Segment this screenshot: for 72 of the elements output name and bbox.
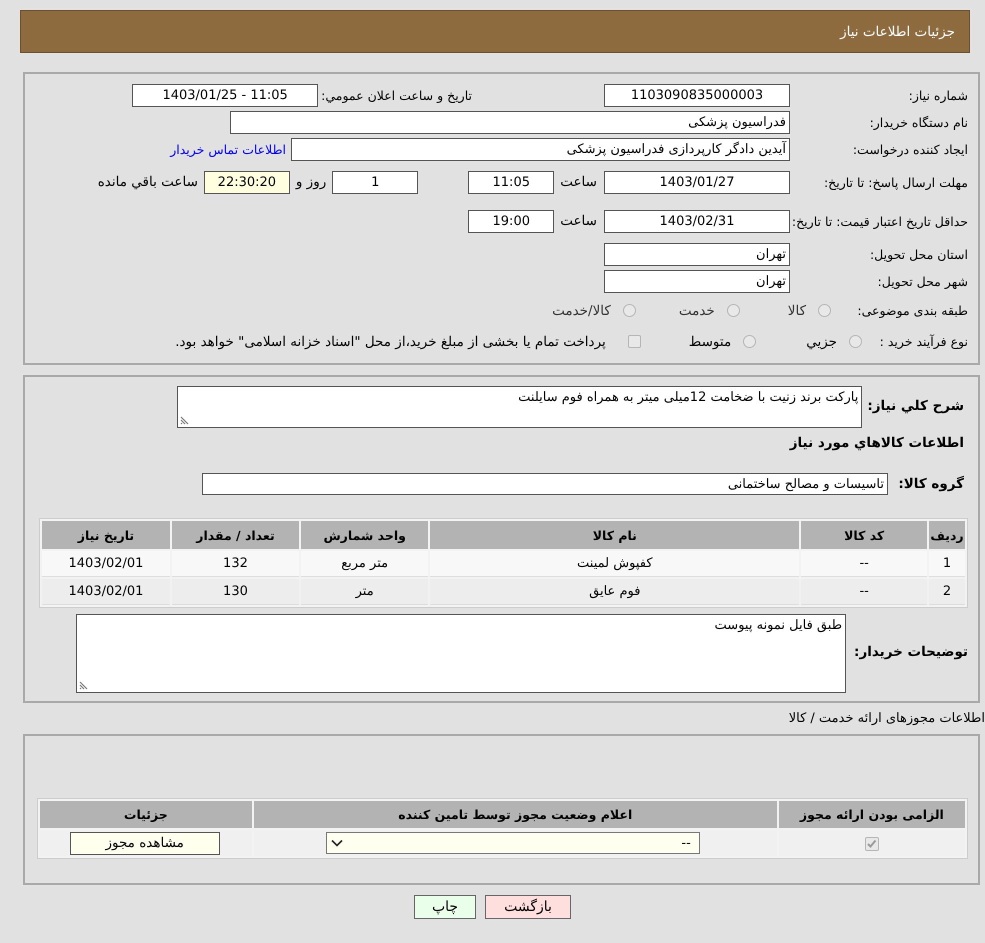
field-label: طبقه بندی موضوعی:	[856, 302, 968, 319]
city-field[interactable]: تهران	[604, 270, 790, 293]
remaining-time-field[interactable]: 22:30:20	[204, 170, 290, 194]
table-cell: 1403/02/01	[42, 579, 170, 605]
description-text: پارکت برند زنیت با ضخامت 12میلی میتر به همراه فوم سایلنت	[518, 390, 858, 405]
radio-label: کالا	[788, 302, 806, 318]
column-header: تعداد / مقدار	[172, 521, 299, 549]
field-label: حداقل تاریخ اعتبار قیمت: تا تاریخ:	[790, 212, 968, 230]
caret-icon	[330, 839, 343, 847]
column-header: الزامی بودن ارائه مجوز	[778, 801, 965, 828]
field-label: توضیحات خریدار:	[854, 644, 968, 660]
table-cell: متر	[300, 579, 428, 605]
need-number-field[interactable]: 1103090835000003	[604, 84, 790, 107]
field-label: مهلت ارسال پاسخ: تا تاریخ:	[822, 174, 968, 190]
column-header: ردیف	[929, 521, 965, 549]
radio-label: جزيي	[806, 334, 837, 350]
print-button[interactable]: چاپ	[414, 895, 476, 919]
validity-time-field[interactable]: 19:00	[468, 210, 554, 232]
section-heading: اطلاعات کالاهاي مورد نیاز	[788, 435, 964, 453]
radio-label: کالا/خدمت	[552, 302, 611, 318]
remaining-label: ساعت باقي مانده	[98, 174, 198, 190]
field-label: ایجاد کننده درخواست:	[852, 141, 968, 158]
buyer-notes-box[interactable]: طبق فایل نمونه پیوست	[76, 614, 846, 693]
field-label: شرح کلي نیاز:	[867, 398, 964, 414]
payment-note: پرداخت تمام یا بخشی از مبلغ خرید،از محل "اسناد خزانه اسلامی" خواهد بود.	[175, 334, 606, 350]
field-label: نام دستگاه خریدار:	[868, 114, 968, 131]
column-header: اعلام وضعیت مجوز توسط تامین کننده	[254, 801, 777, 828]
buyer-name-field[interactable]: فدراسیون پزشکی	[230, 111, 790, 134]
column-header: کد کالا	[801, 521, 928, 549]
resize-grip-icon[interactable]	[79, 681, 88, 690]
table-cell: 1	[929, 551, 965, 577]
field-label: استان محل تحویل:	[868, 246, 968, 263]
table-cell: 132	[172, 551, 299, 577]
field-label: شماره نیاز:	[908, 87, 968, 104]
description-box[interactable]: پارکت برند زنیت با ضخامت 12میلی میتر به همراه فوم سایلنت	[177, 386, 862, 428]
table-cell: متر مربع	[300, 551, 428, 577]
back-button[interactable]: بازگشت	[485, 895, 571, 919]
column-header: واحد شمارش	[300, 521, 428, 549]
table-cell: --	[801, 579, 928, 605]
table-cell: 2	[929, 579, 965, 605]
page-title: جزئیات اطلاعات نیاز	[840, 24, 955, 40]
table-cell: 1403/02/01	[42, 551, 170, 577]
time-label: ساعت	[560, 174, 597, 190]
deadline-time-field[interactable]: 11:05	[468, 170, 554, 194]
column-header: تاریخ نیاز	[42, 521, 170, 549]
deadline-date-field[interactable]: 1403/01/27	[604, 170, 790, 194]
days-field[interactable]: 1	[332, 170, 418, 194]
radio-label: خدمت	[678, 302, 715, 318]
table-cell: فوم عایق	[430, 579, 800, 605]
section-title: اطلاعات مجوزهای ارائه خدمت / کالا	[788, 710, 985, 728]
column-header: جزئیات	[40, 801, 252, 828]
buyer-notes-text: طبق فایل نمونه پیوست	[714, 618, 842, 633]
table-cell: 130	[172, 579, 299, 605]
field-label: شهر محل تحویل:	[876, 273, 968, 290]
field-label: نوع فرآیند خرید :	[878, 333, 968, 350]
group-field[interactable]: تاسیسات و مصالح ساختمانی	[202, 473, 888, 495]
time-label: ساعت	[560, 213, 597, 229]
view-permit-button[interactable]: مشاهده مجوز	[70, 832, 220, 854]
radio-label: متوسط	[688, 334, 732, 350]
days-label: روز و	[296, 174, 326, 190]
table-cell: کفپوش لمینت	[430, 551, 800, 577]
field-label: گروه کالا:	[897, 476, 965, 492]
validity-date-field[interactable]: 1403/02/31	[604, 210, 790, 232]
resize-grip-icon[interactable]	[180, 416, 190, 425]
field-label: تاریخ و ساعت اعلان عمومي:	[321, 88, 472, 103]
table-cell: --	[801, 551, 928, 577]
province-field[interactable]: تهران	[604, 243, 790, 266]
announce-date-field[interactable]: 1403/01/25 - 11:05	[132, 84, 318, 107]
column-header: نام کالا	[430, 521, 800, 549]
status-dropdown[interactable]: --	[326, 832, 700, 854]
contact-link[interactable]: اطلاعات تماس خریدار	[170, 142, 286, 157]
creator-field[interactable]: آیدین دادگر کارپردازی فدراسیون پزشکی	[291, 138, 790, 161]
